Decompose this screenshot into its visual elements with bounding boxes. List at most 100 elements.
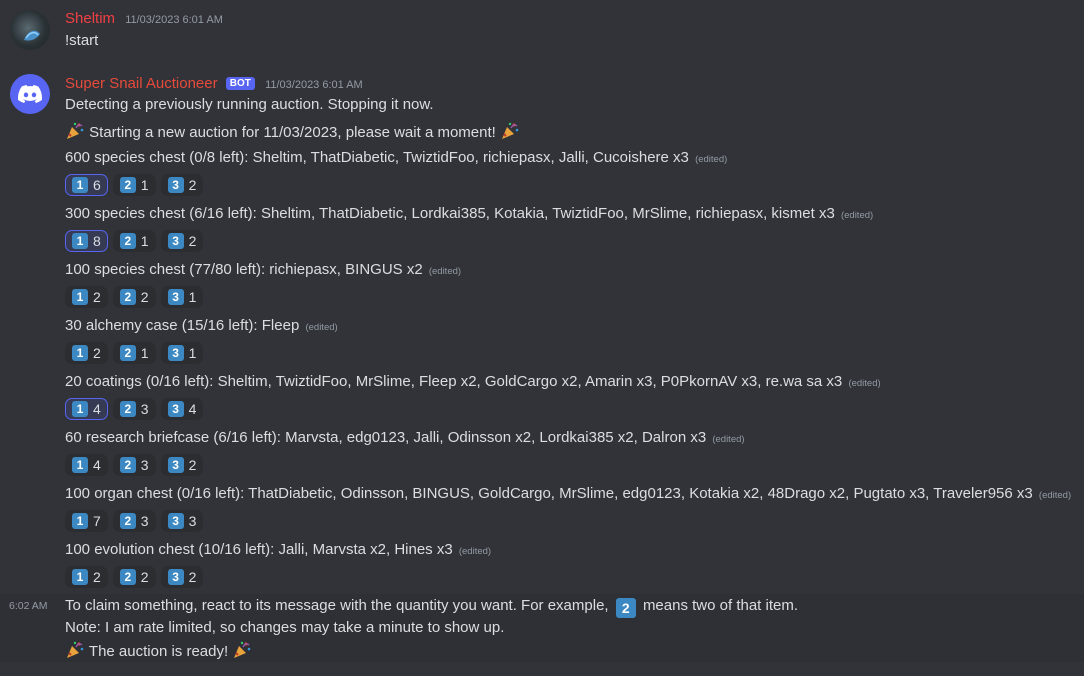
reaction-button[interactable]: 14: [65, 454, 108, 476]
reaction-button[interactable]: 12: [65, 342, 108, 364]
reaction-bar: 122231: [65, 286, 204, 308]
ready-text: The auction is ready!: [88, 643, 229, 660]
keycap-digit-icon: 2: [119, 233, 136, 249]
reaction-button[interactable]: 16: [65, 174, 108, 196]
bot-message-header: Super Snail Auctioneer BOT 11/03/2023 6:…: [65, 75, 363, 92]
reaction-button[interactable]: 31: [160, 286, 204, 308]
discord-logo-icon: [18, 85, 42, 103]
reaction-button[interactable]: 32: [160, 566, 204, 588]
bot-author-name[interactable]: Super Snail Auctioneer: [65, 75, 218, 92]
bot-avatar[interactable]: [10, 74, 50, 114]
edited-label: (edited): [840, 210, 874, 221]
auction-text: 100 species chest (77/80 left): richiepa…: [65, 261, 423, 278]
reaction-button[interactable]: 21: [112, 174, 156, 196]
reaction-bar: 142334: [65, 398, 204, 420]
auction-line: 60 research briefcase (6/16 left): Marvs…: [65, 428, 745, 450]
reaction-count: 2: [93, 345, 101, 361]
reaction-button[interactable]: 22: [112, 286, 156, 308]
reaction-count: 1: [188, 345, 197, 361]
keycap-digit-icon: 1: [72, 457, 88, 473]
keycap-digit-icon: 1: [72, 289, 88, 305]
reaction-count: 4: [188, 401, 197, 417]
reaction-bar: 162132: [65, 174, 204, 196]
party-popper-icon: [501, 122, 519, 139]
keycap-digit-icon: 3: [167, 457, 184, 473]
party-popper-icon: [67, 122, 84, 139]
auction-text: 60 research briefcase (6/16 left): Marvs…: [65, 429, 707, 446]
reaction-button[interactable]: 21: [112, 230, 156, 252]
reaction-count: 3: [140, 513, 149, 529]
keycap-two-icon: 2: [615, 598, 636, 618]
auction-text: 100 evolution chest (10/16 left): Jalli,…: [65, 541, 453, 558]
keycap-digit-icon: 2: [119, 401, 136, 417]
reaction-button[interactable]: 32: [160, 454, 204, 476]
reaction-count: 3: [140, 457, 149, 473]
followup-ready-line: The auction is ready!: [65, 640, 252, 662]
reaction-count: 1: [140, 345, 149, 361]
reaction-button[interactable]: 23: [112, 454, 156, 476]
reaction-bar: 172333: [65, 510, 204, 532]
reaction-count: 2: [188, 177, 197, 193]
keycap-digit-icon: 2: [119, 569, 136, 585]
keycap-digit-icon: 2: [119, 345, 136, 361]
keycap-digit-icon: 3: [167, 345, 184, 361]
reaction-bar: 182132: [65, 230, 204, 252]
reaction-count: 1: [188, 289, 197, 305]
auction-text: 600 species chest (0/8 left): Sheltim, T…: [65, 149, 689, 166]
user-message-content: !start: [65, 32, 99, 49]
reaction-button[interactable]: 17: [65, 510, 108, 532]
keycap-digit-icon: 2: [119, 177, 136, 193]
keycap-digit-icon: 3: [167, 289, 184, 305]
reaction-button[interactable]: 23: [112, 510, 156, 532]
party-popper-icon: [234, 641, 251, 658]
reaction-count: 2: [140, 569, 149, 585]
keycap-digit-icon: 1: [72, 177, 88, 193]
keycap-digit-icon: 3: [167, 233, 184, 249]
reaction-button[interactable]: 21: [112, 342, 156, 364]
bot-starting-text: Starting a new auction for 11/03/2023, p…: [89, 124, 496, 141]
reaction-count: 2: [188, 569, 197, 585]
reaction-count: 4: [93, 457, 101, 473]
followup-note-line: Note: I am rate limited, so changes may …: [65, 619, 505, 636]
followup-timestamp: 6:02 AM: [9, 600, 48, 612]
reaction-button[interactable]: 33: [160, 510, 204, 532]
auction-line: 600 species chest (0/8 left): Sheltim, T…: [65, 148, 727, 170]
reaction-count: 4: [93, 401, 101, 417]
reaction-button[interactable]: 34: [160, 398, 204, 420]
keycap-digit-icon: 2: [119, 289, 136, 305]
reaction-count: 2: [140, 289, 149, 305]
edited-label: (edited): [695, 154, 728, 165]
reaction-button[interactable]: 31: [160, 342, 204, 364]
auction-text: 20 coatings (0/16 left): Sheltim, Twizti…: [65, 373, 843, 390]
reaction-count: 1: [140, 177, 149, 193]
reaction-bar: 122232: [65, 566, 204, 588]
reaction-button[interactable]: 12: [65, 566, 108, 588]
user-author-name[interactable]: Sheltim: [65, 10, 115, 27]
edited-label: (edited): [1038, 490, 1072, 501]
auction-line: 20 coatings (0/16 left): Sheltim, Twizti…: [65, 372, 881, 394]
reaction-button[interactable]: 14: [65, 398, 108, 420]
auction-line: 100 organ chest (0/16 left): ThatDiabeti…: [65, 484, 1071, 506]
keycap-digit-icon: 2: [119, 457, 136, 473]
reaction-button[interactable]: 23: [112, 398, 156, 420]
auction-line: 30 alchemy case (15/16 left): Fleep (edi…: [65, 316, 338, 338]
party-popper-icon: [67, 641, 84, 658]
claim-text-after: means two of that item.: [642, 597, 799, 614]
reaction-button[interactable]: 22: [112, 566, 156, 588]
keycap-digit-icon: 3: [167, 569, 184, 585]
reaction-count: 6: [93, 177, 101, 193]
bot-tag: BOT: [225, 77, 255, 90]
reaction-button[interactable]: 18: [65, 230, 108, 252]
keycap-digit-icon: 1: [72, 569, 88, 585]
reaction-button[interactable]: 12: [65, 286, 108, 308]
keycap-digit-icon: 2: [119, 513, 136, 529]
reaction-button[interactable]: 32: [160, 174, 204, 196]
keycap-digit-icon: 1: [72, 513, 88, 529]
reaction-button[interactable]: 32: [160, 230, 204, 252]
auction-line: 300 species chest (6/16 left): Sheltim, …: [65, 204, 873, 226]
user-avatar[interactable]: [10, 10, 50, 50]
reaction-count: 8: [93, 233, 101, 249]
auction-line: 100 species chest (77/80 left): richiepa…: [65, 260, 461, 282]
edited-label: (edited): [305, 322, 338, 333]
edited-label: (edited): [428, 266, 462, 277]
